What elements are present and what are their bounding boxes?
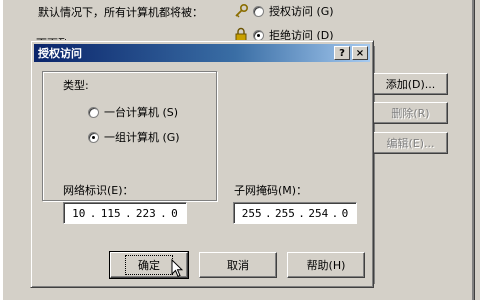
subnet-mask-label: 子网掩码(M)：	[234, 184, 308, 197]
ok-button-label: 确定	[125, 255, 173, 275]
network-id-octet-4: 0	[171, 206, 178, 220]
single-computer-radio[interactable]	[88, 106, 99, 118]
network-id-octet-3: 223	[135, 206, 156, 220]
group-computers-radio[interactable]	[88, 131, 99, 143]
subnet-mask-field[interactable]: 255. 255. 254. 0	[233, 202, 357, 224]
dot-separator: .	[331, 206, 339, 220]
add-button[interactable]: 添加(D)...	[373, 73, 448, 95]
edit-button[interactable]: 编辑(E)...	[373, 132, 448, 154]
grant-access-dialog: 授权访问 ? × 类型: 一台计算机 (S) 一组计算机 (G) 网络标识(E)…	[30, 40, 374, 288]
remove-button[interactable]: 删除(R)	[373, 102, 448, 124]
subnet-mask-octet-3: 254	[308, 206, 329, 220]
parent-frame	[0, 0, 3, 300]
group-computers-option[interactable]: 一组计算机 (G)	[88, 129, 180, 145]
cancel-button[interactable]: 取消	[199, 252, 277, 278]
network-id-octet-1: 10	[72, 206, 86, 220]
group-computers-label: 一组计算机 (G)	[104, 131, 180, 144]
mouse-cursor-icon	[171, 259, 183, 278]
key-icon	[235, 3, 249, 18]
subnet-mask-octet-1: 255	[241, 206, 262, 220]
dot-separator: .	[160, 206, 167, 220]
network-id-field[interactable]: 10. 115. 223. 0	[63, 202, 187, 224]
dot-separator: .	[124, 206, 132, 220]
single-computer-option[interactable]: 一台计算机 (S)	[88, 104, 178, 120]
network-id-octet-2: 115	[100, 206, 121, 220]
close-icon[interactable]: ×	[352, 46, 368, 60]
grant-access-option[interactable]: 授权访问 (G)	[233, 3, 334, 19]
dot-separator: .	[89, 206, 97, 220]
grant-access-radio[interactable]	[253, 5, 264, 17]
deny-access-radio[interactable]	[253, 29, 264, 41]
dot-separator: .	[298, 206, 305, 220]
dialog-title: 授权访问	[38, 47, 82, 60]
dot-separator: .	[264, 206, 272, 220]
help-icon[interactable]: ?	[334, 46, 350, 60]
dialog-titlebar[interactable]: 授权访问 ? ×	[34, 44, 370, 62]
single-computer-label: 一台计算机 (S)	[104, 106, 179, 119]
grant-access-label: 授权访问 (G)	[269, 5, 334, 18]
default-access-label: 默认情况下，所有计算机都将被：	[38, 6, 203, 19]
subnet-mask-octet-2: 255	[275, 206, 295, 220]
network-id-label: 网络标识(E)：	[63, 184, 134, 197]
subnet-mask-octet-4: 0	[341, 206, 349, 220]
parent-frame-border	[474, 0, 480, 300]
help-button[interactable]: 帮助(H)	[287, 252, 365, 278]
